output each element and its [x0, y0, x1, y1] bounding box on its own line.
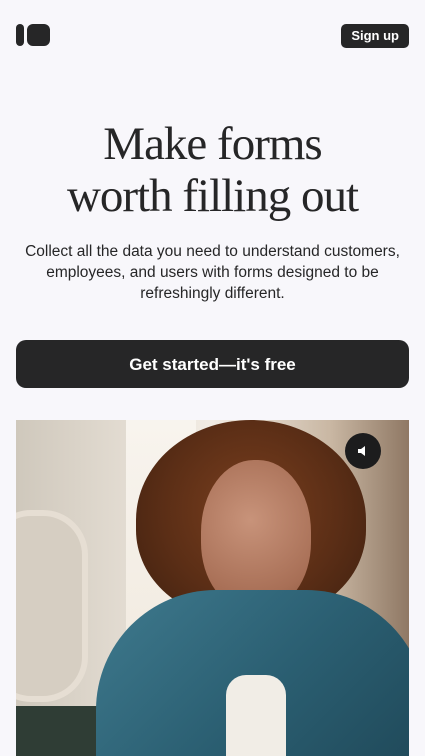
logo-bar	[16, 24, 24, 46]
logo-block	[27, 24, 50, 46]
page-subheadline: Collect all the data you need to underst…	[25, 243, 400, 302]
landing-page: Sign up Make forms worth filling out Col…	[0, 0, 425, 756]
headline-line-2: worth filling out	[66, 170, 359, 222]
background-mirror	[16, 510, 88, 702]
hero-image	[16, 420, 409, 756]
person-shirt	[226, 675, 286, 756]
speaker-mute-icon	[358, 446, 365, 456]
mute-toggle-button[interactable]	[345, 433, 381, 469]
headline-line-1: Make forms	[103, 118, 322, 170]
get-started-button[interactable]: Get started—it's free	[16, 340, 409, 388]
typeform-logo-icon[interactable]	[16, 24, 50, 46]
signup-button[interactable]: Sign up	[341, 24, 409, 48]
person-face	[201, 460, 311, 610]
page-headline: Make forms worth filling out	[0, 118, 425, 222]
